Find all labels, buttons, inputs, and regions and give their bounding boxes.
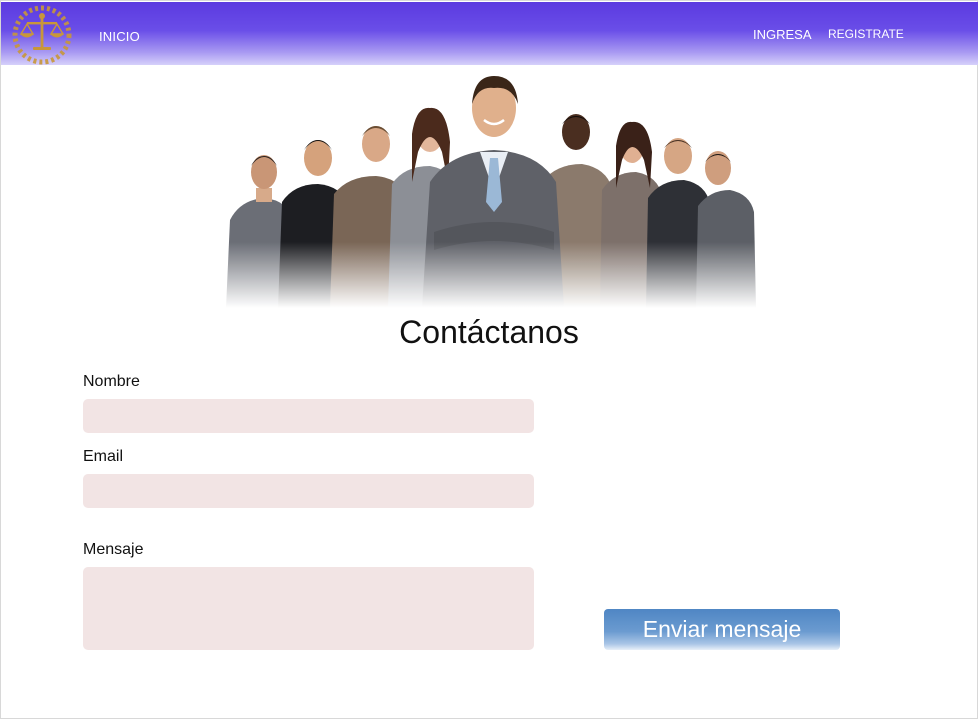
nav-ingresa-link[interactable]: INGRESA xyxy=(753,27,812,42)
email-label: Email xyxy=(83,448,124,465)
send-message-button[interactable]: Enviar mensaje xyxy=(604,609,840,650)
nav-inicio-link[interactable]: INICIO xyxy=(99,29,140,44)
name-input[interactable] xyxy=(83,399,534,433)
page-title: Contáctanos xyxy=(399,314,579,350)
nav-registrate-link[interactable]: REGISTRATE xyxy=(828,27,904,41)
top-navbar: INICIO INGRESA REGISTRATE xyxy=(1,2,978,65)
message-textarea[interactable] xyxy=(83,567,534,650)
name-label: Nombre xyxy=(83,373,140,390)
message-label: Mensaje xyxy=(83,541,144,558)
email-input[interactable] xyxy=(83,474,534,508)
business-team-image xyxy=(222,72,758,308)
scales-of-justice-logo-icon[interactable] xyxy=(7,3,77,67)
